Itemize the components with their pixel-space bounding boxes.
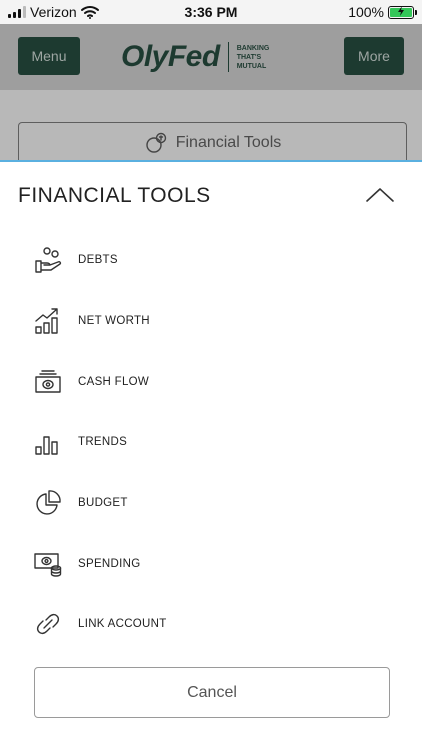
- financial-tools-button[interactable]: Financial Tools: [18, 122, 407, 162]
- olyfed-logo: OlyFed BANKING THAT'S MUTUAL: [121, 40, 269, 74]
- menu-item-label: SPENDING: [78, 557, 141, 570]
- app-header: Menu OlyFed BANKING THAT'S MUTUAL More: [0, 24, 422, 90]
- cash-icon: [33, 367, 63, 397]
- financial-tools-label: Financial Tools: [175, 133, 282, 151]
- menu-item-label: NET WORTH: [78, 315, 150, 328]
- menu-item-label: DEBTS: [78, 254, 118, 267]
- menu-item-label: LINK ACCOUNT: [78, 618, 167, 631]
- menu-button[interactable]: Menu: [18, 37, 80, 75]
- cash-coins-icon: [33, 549, 63, 579]
- bar-chart-icon: [33, 427, 63, 457]
- more-button[interactable]: More: [344, 37, 404, 75]
- tools-menu-list: DEBTS NET WORTH CASH FLOW TRENDS BUDGET …: [0, 230, 422, 655]
- financial-tools-sheet: FINANCIAL TOOLS DEBTS NET WORTH CASH FLO…: [0, 160, 422, 750]
- menu-item-cash-flow[interactable]: CASH FLOW: [0, 351, 422, 412]
- menu-item-label: TRENDS: [78, 436, 128, 449]
- menu-item-label: BUDGET: [78, 497, 128, 510]
- menu-item-spending[interactable]: SPENDING: [0, 533, 422, 594]
- menu-item-budget[interactable]: BUDGET: [0, 473, 422, 534]
- cancel-button[interactable]: Cancel: [34, 667, 390, 718]
- background-app: Menu OlyFed BANKING THAT'S MUTUAL More F…: [0, 24, 422, 162]
- hand-coins-icon: [33, 245, 63, 275]
- coins-icon: [146, 132, 166, 153]
- status-bar: Verizon 3:36 PM 100%: [0, 0, 422, 24]
- status-right: 100%: [348, 4, 417, 20]
- logo-text: OlyFed: [121, 40, 220, 73]
- menu-item-link-account[interactable]: LINK ACCOUNT: [0, 594, 422, 655]
- logo-divider: [227, 42, 229, 72]
- chevron-up-icon[interactable]: [364, 184, 396, 206]
- menu-item-trends[interactable]: TRENDS: [0, 412, 422, 473]
- growth-chart-icon: [33, 306, 63, 336]
- logo-tagline: BANKING THAT'S MUTUAL: [236, 44, 270, 70]
- menu-item-debts[interactable]: DEBTS: [0, 230, 422, 291]
- menu-item-net-worth[interactable]: NET WORTH: [0, 291, 422, 352]
- pie-chart-icon: [33, 488, 63, 518]
- battery-percent: 100%: [348, 4, 384, 20]
- menu-item-label: CASH FLOW: [78, 375, 150, 388]
- sheet-title: FINANCIAL TOOLS: [18, 184, 211, 207]
- link-icon: [33, 609, 63, 639]
- battery-charging-icon: [388, 5, 417, 19]
